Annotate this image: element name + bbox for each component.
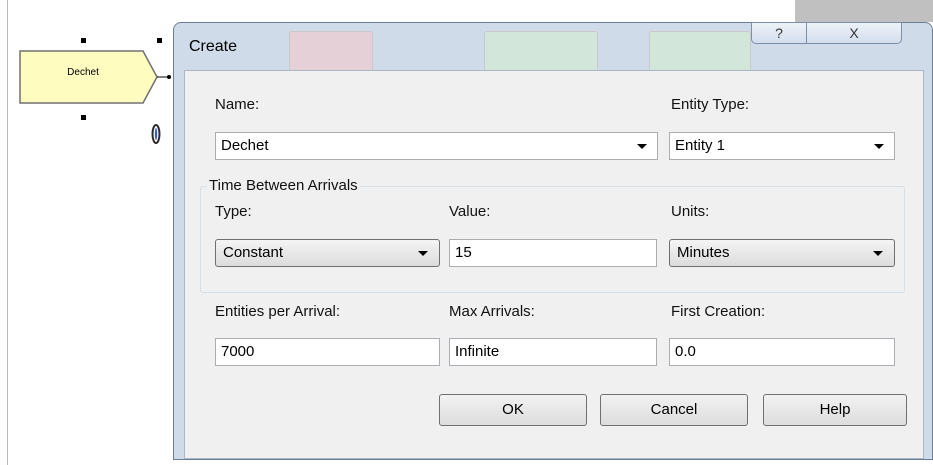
name-combobox[interactable]: Dechet [215,132,658,160]
max-arrivals-field[interactable]: Infinite [449,338,657,366]
name-label: Name: [215,96,260,113]
chevron-down-icon[interactable] [637,144,647,149]
selection-handle[interactable] [81,38,86,43]
help-icon[interactable]: ? [751,22,807,44]
dialog-content: Name: Dechet Entity Type: Entity 1 Time … [184,70,924,459]
entity-picture-icon [151,124,161,144]
dialog-title: Create [189,38,238,55]
canvas-border [7,0,8,465]
units-label: Units: [671,203,710,220]
type-label: Type: [215,203,252,220]
cancel-button[interactable]: Cancel [600,394,748,426]
units-dropdown[interactable]: Minutes [669,239,895,267]
entities-per-arrival-field[interactable]: 7000 [215,338,440,366]
create-module-shape[interactable]: Dechet [19,43,179,111]
name-value: Dechet [221,137,269,154]
first-creation-label: First Creation: [671,303,766,320]
help-button[interactable]: Help [763,394,907,426]
entity-type-combobox[interactable]: Entity 1 [669,132,895,160]
entities-per-arrival-label: Entities per Arrival: [215,303,341,320]
entity-type-value: Entity 1 [675,137,726,154]
type-value: Constant [223,244,284,261]
group-title: Time Between Arrivals [207,177,360,194]
dialog-titlebar[interactable]: Create ? X [174,22,932,73]
entity-type-label: Entity Type: [671,96,750,113]
module-label: Dechet [67,67,99,78]
chevron-down-icon[interactable] [874,144,884,149]
chevron-down-icon[interactable] [873,251,883,256]
canvas-gray-block [795,0,933,22]
units-value: Minutes [677,244,730,261]
first-creation-field[interactable]: 0.0 [669,338,895,366]
selection-handle[interactable] [157,38,162,43]
selection-handle[interactable] [81,115,86,120]
title-glass-reflection [289,31,373,73]
close-icon[interactable]: X [806,22,902,44]
title-glass-reflection [649,31,751,73]
value-label: Value: [449,203,491,220]
value-field[interactable]: 15 [449,239,657,267]
type-dropdown[interactable]: Constant [215,239,440,267]
ok-button[interactable]: OK [439,394,587,426]
create-dialog: Create ? X Name: Dechet Entity Type: Ent… [173,22,933,460]
max-arrivals-label: Max Arrivals: [449,303,535,320]
chevron-down-icon[interactable] [418,251,428,256]
title-glass-reflection [484,31,598,73]
